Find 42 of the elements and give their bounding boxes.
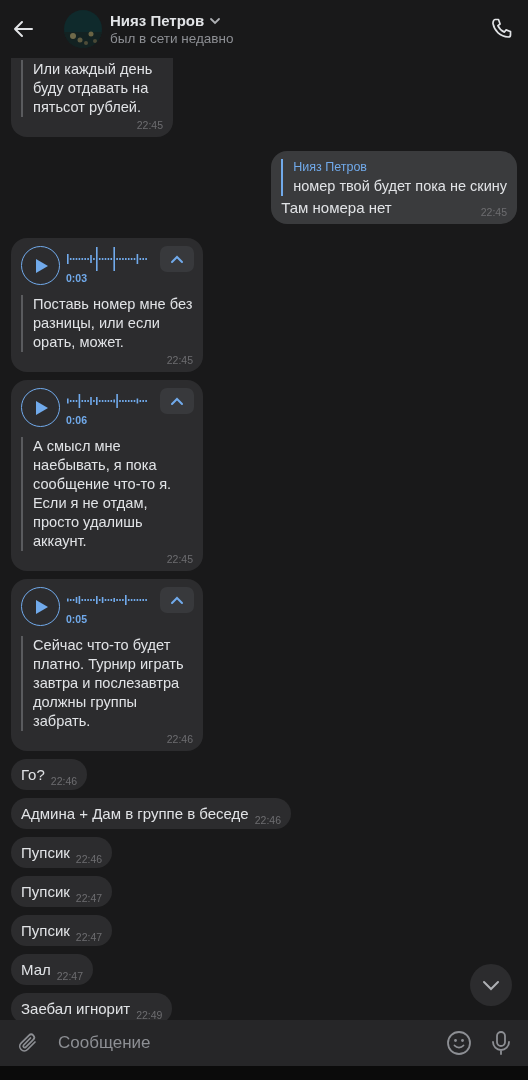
message-text: Заебал игнорит bbox=[21, 999, 131, 1019]
duration-label: 0:05 bbox=[66, 613, 88, 625]
transcript-text: Поставь номер мне без разницы, или если орать, может. bbox=[21, 295, 193, 352]
chevron-up-icon bbox=[170, 396, 184, 406]
message-text: Админа + Дам в группе в беседе bbox=[21, 804, 249, 824]
collapse-button[interactable] bbox=[160, 246, 194, 272]
message-text: Пупсик bbox=[21, 882, 70, 902]
timestamp: 22:45 bbox=[166, 553, 193, 565]
reply-text[interactable]: номер твой будет пока не скину bbox=[293, 176, 507, 196]
online-status: был в сети недавно bbox=[110, 31, 235, 46]
timestamp: 22:47 bbox=[56, 970, 84, 982]
message-text: Там номера нет bbox=[281, 198, 392, 218]
chevron-up-icon bbox=[170, 254, 184, 264]
timestamp: 22:46 bbox=[75, 853, 103, 865]
timestamp: 22:46 bbox=[166, 733, 193, 745]
chevron-up-icon bbox=[170, 595, 184, 605]
timestamp: 22:46 bbox=[254, 814, 281, 826]
duration-label: 0:03 bbox=[66, 272, 88, 284]
contact-name[interactable]: Нияз Петров bbox=[110, 12, 205, 29]
timestamp: 22:45 bbox=[166, 354, 193, 366]
timestamp: 22:45 bbox=[136, 119, 163, 131]
timestamp: 22:47 bbox=[75, 931, 103, 943]
message-text: Пупсик bbox=[21, 843, 70, 863]
transcript-text: Или каждый день буду отдавать на пятьсот рублей. bbox=[21, 60, 163, 117]
play-icon bbox=[35, 399, 49, 416]
message-text: Мал bbox=[21, 960, 51, 980]
chevron-down-icon bbox=[481, 979, 501, 991]
timestamp: 22:46 bbox=[50, 775, 78, 787]
play-icon bbox=[35, 257, 49, 274]
reply-author[interactable]: Нияз Петров bbox=[293, 159, 507, 176]
message-text: Пупсик bbox=[21, 921, 70, 941]
duration-label: 0:06 bbox=[66, 414, 88, 426]
scroll-down-button[interactable] bbox=[470, 964, 512, 1006]
timestamp: 22:49 bbox=[136, 1009, 163, 1020]
collapse-button[interactable] bbox=[160, 587, 194, 613]
transcript-text: Сейчас что-то будет платно. Турнир играть завтра и послезавтра должны группы забрать. bbox=[21, 636, 193, 731]
message-text: Го? bbox=[21, 765, 45, 785]
transcript-text: А смысл мне наебывать, я пока сообщение что-то я. Если я не отдам, просто удалишь аккаунт. bbox=[21, 437, 193, 551]
caret-icon[interactable] bbox=[209, 16, 222, 25]
play-icon bbox=[35, 598, 49, 615]
timestamp: 22:47 bbox=[75, 892, 103, 904]
collapse-button[interactable] bbox=[160, 388, 194, 414]
